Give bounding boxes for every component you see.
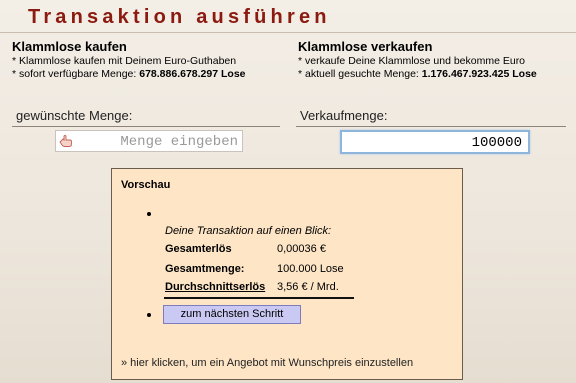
preview-title: Vorschau xyxy=(121,179,171,191)
pointing-hand-icon xyxy=(59,135,72,147)
list-bullet xyxy=(147,313,151,317)
list-bullet xyxy=(147,212,151,216)
buy-label-underline xyxy=(12,126,280,127)
sell-wanted-amount: 1.176.467.923.425 Lose xyxy=(421,68,537,80)
summary-value: 3,56 € / Mrd. xyxy=(277,281,339,293)
buy-available-label: * sofort verfügbare Menge: xyxy=(12,68,140,80)
buy-available-amount: 678.886.678.297 Lose xyxy=(139,68,246,80)
summary-key: Gesamterlös xyxy=(165,243,232,255)
sell-wanted-label: * aktuell gesuchte Menge: xyxy=(298,68,422,80)
sell-info-line1: * verkaufe Deine Klammlose und bekomme E… xyxy=(298,55,526,67)
summary-value: 100.000 Lose xyxy=(277,263,344,275)
sell-amount-label: Verkaufmenge: xyxy=(300,108,388,123)
summary-divider xyxy=(164,297,354,299)
buy-info-line2: * sofort verfügbare Menge: 678.886.678.2… xyxy=(12,68,282,81)
title-divider xyxy=(0,32,576,33)
summary-key: Durchschnittserlös xyxy=(165,281,266,293)
sell-heading: Klammlose verkaufen xyxy=(298,39,433,54)
sell-label-underline xyxy=(296,126,566,127)
summary-key: Gesamtmenge: xyxy=(165,263,245,275)
summary-value: 0,00036 € xyxy=(277,243,326,255)
sell-section: Klammlose verkaufen * verkaufe Deine Kla… xyxy=(298,38,576,81)
buy-amount-label: gewünschte Menge: xyxy=(16,108,133,123)
buy-amount-placeholder: Menge eingeben xyxy=(120,134,238,150)
buy-amount-input[interactable]: Menge eingeben xyxy=(55,130,243,152)
next-step-button[interactable]: zum nächsten Schritt xyxy=(163,305,301,324)
preview-caption: Deine Transaktion auf einen Blick: xyxy=(165,225,332,237)
custom-price-offer-link[interactable]: » hier klicken, um ein Angebot mit Wunsc… xyxy=(121,357,413,369)
buy-section: Klammlose kaufen * Klammlose kaufen mit … xyxy=(12,38,282,81)
page-title: Transaktion ausführen xyxy=(28,6,331,28)
buy-info-line1: * Klammlose kaufen mit Deinem Euro-Gutha… xyxy=(12,55,237,67)
sell-amount-input[interactable]: 100000 xyxy=(340,130,530,154)
sell-info-line2: * aktuell gesuchte Menge: 1.176.467.923.… xyxy=(298,68,576,81)
preview-panel: Vorschau Deine Transaktion auf einen Bli… xyxy=(111,168,463,380)
buy-heading: Klammlose kaufen xyxy=(12,39,127,54)
